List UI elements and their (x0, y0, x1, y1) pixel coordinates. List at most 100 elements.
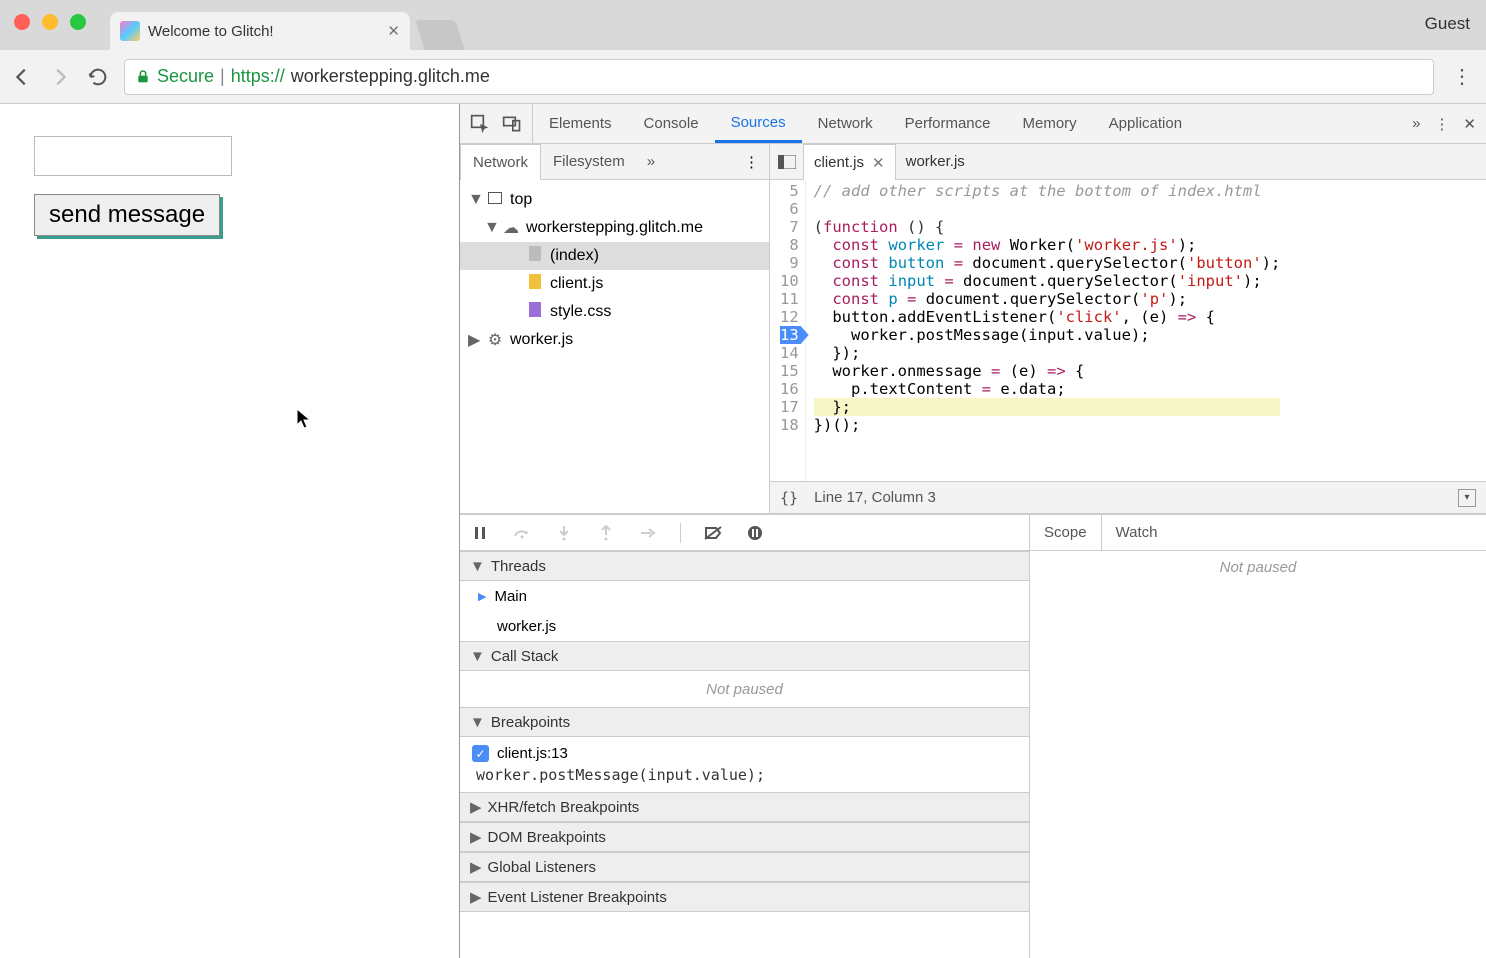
pane-title: Global Listeners (488, 859, 596, 876)
browser-menu-icon[interactable]: ⋮ (1448, 64, 1476, 89)
tree-label: worker.js (510, 331, 573, 349)
reload-button[interactable] (86, 65, 110, 89)
pretty-print-icon[interactable]: {} (780, 489, 798, 507)
navigator-tab-network[interactable]: Network (460, 144, 541, 180)
window-close-icon[interactable] (14, 14, 30, 30)
navigator-tab-filesystem[interactable]: Filesystem (541, 144, 637, 179)
devtools-tab-application[interactable]: Application (1093, 104, 1198, 143)
deactivate-breakpoints-button[interactable] (703, 523, 723, 543)
navigator-more-icon[interactable]: » (637, 144, 665, 179)
inspect-element-icon[interactable] (470, 114, 490, 134)
devtools-close-icon[interactable]: ✕ (1463, 115, 1476, 133)
editor-tab-clientjs[interactable]: client.js ✕ (804, 144, 896, 180)
sources-navigator: Network Filesystem » ⋮ ▼ top ▼☁ workerst… (460, 144, 770, 513)
message-input[interactable] (34, 136, 232, 176)
send-message-button[interactable]: send message (34, 194, 220, 236)
pause-button[interactable] (470, 523, 490, 543)
tree-label: (index) (550, 247, 599, 265)
thread-main[interactable]: Main (460, 581, 1029, 611)
callstack-empty: Not paused (460, 671, 1029, 707)
threads-header[interactable]: ▼Threads (460, 551, 1029, 581)
event-breakpoints-header[interactable]: ▶Event Listener Breakpoints (460, 882, 1029, 912)
dom-breakpoints-header[interactable]: ▶DOM Breakpoints (460, 822, 1029, 852)
thread-worker[interactable]: worker.js (460, 611, 1029, 641)
pause-exceptions-button[interactable] (745, 523, 765, 543)
editor-tab-workerjs[interactable]: worker.js (896, 144, 975, 179)
tree-worker[interactable]: ▶⚙ worker.js (460, 326, 769, 354)
devtools-tab-network[interactable]: Network (802, 104, 889, 143)
tree-label: top (510, 191, 532, 209)
close-icon[interactable]: ✕ (872, 154, 885, 172)
callstack-header[interactable]: ▼Call Stack (460, 641, 1029, 671)
cursor-icon (296, 408, 312, 430)
thread-label: worker.js (497, 618, 556, 635)
breakpoint-checkbox[interactable]: ✓ (472, 745, 489, 762)
browser-tabstrip: Guest Welcome to Glitch! ✕ (0, 0, 1486, 50)
xhr-breakpoints-header[interactable]: ▶XHR/fetch Breakpoints (460, 792, 1029, 822)
breakpoints-header[interactable]: ▼Breakpoints (460, 707, 1029, 737)
more-tabs-icon[interactable]: » (1412, 115, 1420, 132)
new-tab-button[interactable] (415, 20, 465, 50)
window-zoom-icon[interactable] (70, 14, 86, 30)
navigator-menu-icon[interactable]: ⋮ (734, 144, 769, 179)
breakpoint-code: worker.postMessage(input.value); (472, 766, 1017, 784)
pane-title: DOM Breakpoints (488, 829, 606, 846)
browser-tab[interactable]: Welcome to Glitch! ✕ (110, 12, 410, 50)
address-bar[interactable]: Secure | https:// workerstepping.glitch.m… (124, 59, 1434, 95)
profile-label[interactable]: Guest (1425, 14, 1470, 34)
pane-title: Call Stack (491, 648, 559, 665)
tree-file-clientjs[interactable]: client.js (460, 270, 769, 298)
tab-close-icon[interactable]: ✕ (387, 22, 400, 40)
code-content[interactable]: // add other scripts at the bottom of in… (806, 180, 1289, 481)
window-minimize-icon[interactable] (42, 14, 58, 30)
secure-label: Secure (157, 66, 214, 87)
back-button[interactable] (10, 65, 34, 89)
editor-statusbar: {} Line 17, Column 3 ▾ (770, 481, 1486, 513)
pane-title: Event Listener Breakpoints (488, 889, 667, 906)
pane-title: XHR/fetch Breakpoints (488, 799, 640, 816)
debugger-panel: ▼Threads Main worker.js ▼Call Stack Not … (460, 514, 1486, 958)
devtools-tab-memory[interactable]: Memory (1007, 104, 1093, 143)
devtools-tab-elements[interactable]: Elements (533, 104, 628, 143)
scope-empty: Not paused (1030, 551, 1486, 958)
tree-file-index[interactable]: (index) (460, 242, 769, 270)
devtools-tab-sources[interactable]: Sources (715, 104, 802, 143)
editor-tab-label: client.js (814, 154, 864, 171)
breakpoint-label: client.js:13 (497, 745, 568, 762)
scope-tab-watch[interactable]: Watch (1102, 515, 1172, 550)
scope-tabs: Scope Watch (1030, 515, 1486, 551)
cursor-position: Line 17, Column 3 (814, 489, 936, 506)
tree-label: workerstepping.glitch.me (526, 219, 703, 237)
address-scheme: https:// (231, 66, 285, 87)
step-into-button (554, 523, 574, 543)
breakpoint-row[interactable]: ✓ client.js:13 worker.postMessage(input.… (460, 737, 1029, 792)
window-controls (14, 14, 86, 30)
thread-label: Main (494, 588, 527, 605)
tree-file-stylecss[interactable]: style.css (460, 298, 769, 326)
address-host: workerstepping.glitch.me (291, 66, 490, 87)
pane-title: Threads (491, 558, 546, 575)
favicon-icon (120, 21, 140, 41)
tree-frame-top[interactable]: ▼ top (460, 186, 769, 214)
step-out-button (596, 523, 616, 543)
code-editor: client.js ✕ worker.js 567891011121314151… (770, 144, 1486, 513)
step-over-button (512, 523, 532, 543)
statusbar-overflow-icon[interactable]: ▾ (1458, 489, 1476, 507)
toggle-navigator-icon[interactable] (770, 144, 804, 179)
debugger-controls (460, 515, 1029, 551)
editor-tab-label: worker.js (906, 153, 965, 170)
devtools-tabs: ElementsConsoleSourcesNetworkPerformance… (460, 104, 1486, 144)
device-toggle-icon[interactable] (502, 114, 522, 134)
page-viewport: send message (0, 104, 460, 958)
line-gutter[interactable]: 56789101112131415161718 (770, 180, 806, 481)
devtools-tab-performance[interactable]: Performance (889, 104, 1007, 143)
tree-domain[interactable]: ▼☁ workerstepping.glitch.me (460, 214, 769, 242)
lock-icon (135, 69, 151, 85)
address-separator: | (220, 66, 225, 87)
step-button (638, 523, 658, 543)
devtools-menu-icon[interactable]: ⋮ (1434, 115, 1449, 133)
global-listeners-header[interactable]: ▶Global Listeners (460, 852, 1029, 882)
devtools-tab-console[interactable]: Console (628, 104, 715, 143)
scope-tab-scope[interactable]: Scope (1030, 515, 1102, 550)
tree-label: client.js (550, 275, 603, 293)
